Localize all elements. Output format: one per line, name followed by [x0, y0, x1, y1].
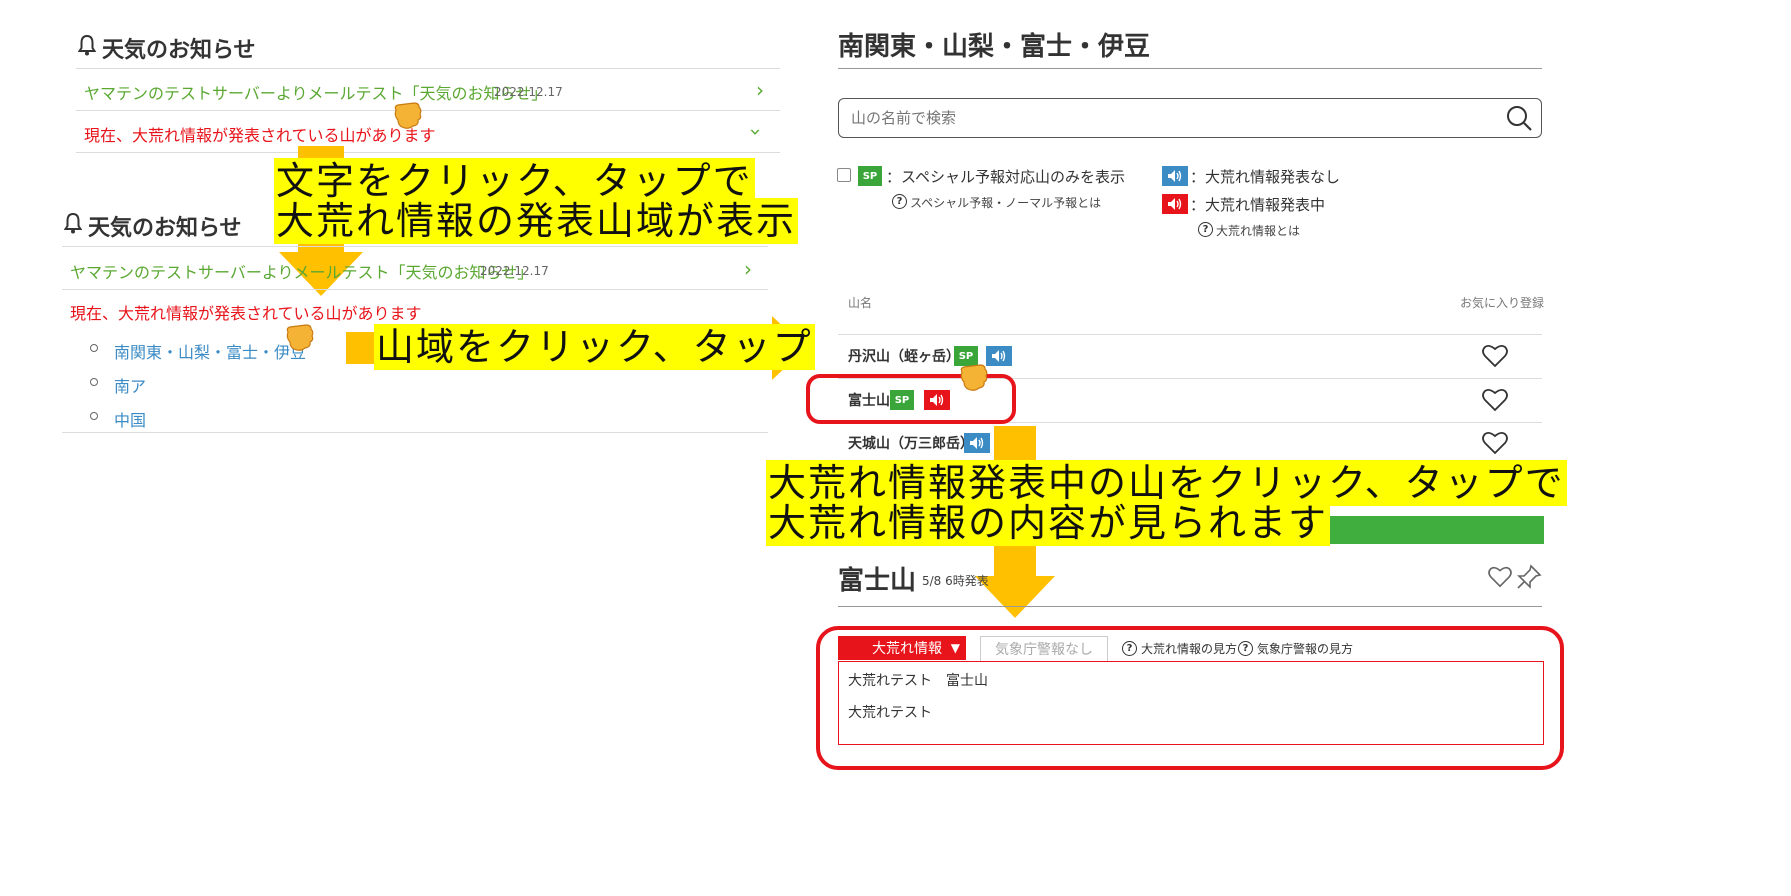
alert-tab[interactable]: 大荒れ情報 ▼	[838, 636, 966, 660]
notice-title: 天気のお知らせ	[88, 216, 242, 241]
pointing-hand-icon	[392, 98, 422, 134]
notice-date: 2022.12.17	[480, 264, 549, 278]
alert-content-line: 大荒れテスト	[848, 705, 932, 721]
speaker-blue-icon	[1162, 166, 1188, 186]
divider	[62, 246, 768, 247]
sp-only-checkbox[interactable]	[837, 168, 851, 182]
callout-step1-line2: 大荒れ情報の発表山域が表示	[274, 198, 799, 244]
sp-badge: SP	[858, 166, 882, 186]
divider	[62, 432, 768, 433]
favorite-heart-icon[interactable]	[1488, 566, 1512, 588]
search-input[interactable]	[849, 107, 1473, 129]
divider	[838, 334, 1542, 335]
mountain-name[interactable]: 天城山（万三郎岳）	[848, 433, 974, 453]
favorite-heart-icon[interactable]	[1482, 388, 1508, 412]
chevron-right-icon[interactable]: ›	[756, 78, 764, 102]
bell-icon	[64, 212, 82, 234]
bell-icon	[78, 34, 96, 56]
divider	[838, 606, 1542, 607]
region-item[interactable]: 中国	[114, 407, 146, 431]
divider	[76, 68, 780, 69]
help-icon: ?	[1198, 222, 1213, 237]
speaker-blue-icon	[964, 433, 990, 453]
search-box[interactable]	[838, 98, 1542, 138]
divider	[62, 289, 768, 290]
divider	[76, 152, 780, 153]
search-icon[interactable]	[1505, 104, 1533, 136]
favorite-heart-icon[interactable]	[1482, 344, 1508, 368]
jma-howto-link[interactable]: ? 気象庁警報の見方	[1238, 640, 1353, 657]
col-header-favorite: お気に入り登録	[1460, 296, 1545, 310]
alert-howto-label: 大荒れ情報の見方	[1141, 642, 1238, 656]
divider	[76, 110, 780, 111]
notice-title: 天気のお知らせ	[102, 38, 256, 63]
notice-date: 2022.12.17	[494, 85, 563, 99]
no-alert-label: ：大荒れ情報発表なし	[1190, 168, 1341, 186]
list-bullet	[90, 378, 98, 386]
jma-howto-label: 気象庁警報の見方	[1257, 642, 1354, 656]
mountain-name[interactable]: 丹沢山（蛭ヶ岳）	[848, 346, 960, 366]
chevron-right-icon[interactable]: ›	[744, 257, 752, 281]
caret-down-icon: ▼	[950, 641, 960, 655]
sp-help-link[interactable]: スペシャル予報・ノーマル予報とは	[910, 194, 1101, 211]
alert-notice-link[interactable]: 現在、大荒れ情報が発表されている山があります	[84, 122, 436, 146]
callout-step3-line2: 大荒れ情報の内容が見られます	[766, 500, 1331, 546]
alert-notice-link[interactable]: 現在、大荒れ情報が発表されている山があります	[70, 300, 422, 324]
region-item[interactable]: 南関東・山梨・富士・伊豆	[114, 339, 306, 363]
help-icon: ?	[1122, 641, 1137, 656]
divider	[838, 68, 1542, 69]
jma-tab[interactable]: 気象庁警報なし	[980, 636, 1108, 662]
mail-test-link[interactable]: ヤマテンのテストサーバーよりメールテスト「天気のお知らせ」	[84, 80, 547, 104]
favorite-heart-icon[interactable]	[1482, 431, 1508, 455]
mail-test-link[interactable]: ヤマテンのテストサーバーよりメールテスト「天気のお知らせ」	[70, 259, 533, 283]
region-item[interactable]: 南ア	[114, 373, 146, 397]
alert-tab-label: 大荒れ情報	[872, 641, 942, 657]
pointing-hand-icon	[284, 320, 314, 356]
pin-icon[interactable]	[1516, 564, 1542, 594]
pointing-hand-icon	[958, 360, 988, 396]
help-icon: ?	[892, 194, 907, 209]
col-header-name: 山名	[848, 296, 873, 310]
speaker-red-icon	[1162, 194, 1188, 214]
sp-only-label: ：スペシャル予報対応山のみを表示	[886, 168, 1125, 186]
help-icon: ?	[1238, 641, 1253, 656]
chevron-down-icon[interactable]: ›	[744, 128, 768, 136]
alert-label: ：大荒れ情報発表中	[1190, 196, 1326, 214]
detail-mountain-title: 富士山	[838, 566, 917, 596]
alert-help-link[interactable]: 大荒れ情報とは	[1216, 222, 1300, 239]
region-title: 南関東・山梨・富士・伊豆	[838, 32, 1151, 62]
alert-content-line: 大荒れテスト 富士山	[848, 673, 988, 689]
list-bullet	[90, 344, 98, 352]
alert-howto-link[interactable]: ? 大荒れ情報の見方	[1122, 640, 1237, 657]
callout-step2: 山域をクリック、タップ	[374, 324, 815, 370]
issued-time: 5/8 6時発表	[922, 574, 989, 588]
list-bullet	[90, 412, 98, 420]
